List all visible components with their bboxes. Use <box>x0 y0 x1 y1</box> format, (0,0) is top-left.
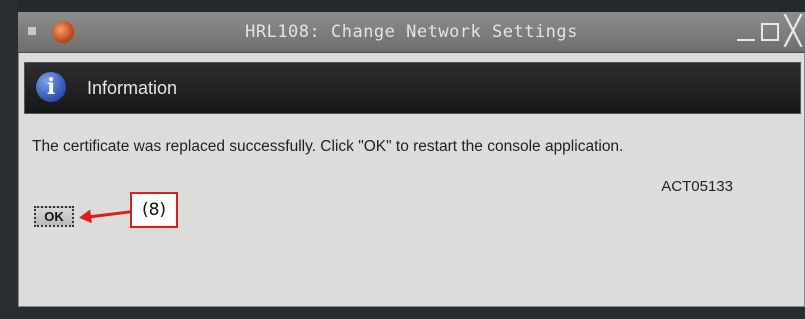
monitor-bottom-edge <box>18 307 805 319</box>
maximize-icon[interactable] <box>758 20 782 44</box>
information-title: Information <box>87 78 178 98</box>
annotation-arrow-head <box>78 209 92 225</box>
message-code: ACT05133 <box>661 178 733 195</box>
monitor-bezel <box>0 0 18 319</box>
window-title: HRL108: Change Network Settings <box>245 22 578 42</box>
dialog-window: HRL108: Change Network Settings ╳ i Info… <box>18 12 805 307</box>
ok-button[interactable]: OK <box>34 206 74 227</box>
minimize-icon[interactable] <box>734 20 758 44</box>
message-text: The certificate was replaced successfull… <box>32 138 624 155</box>
info-icon: i <box>36 72 66 102</box>
information-header: i Information <box>24 62 801 114</box>
close-icon[interactable]: ╳ <box>782 17 804 45</box>
annotation-callout: (8) <box>130 192 178 228</box>
title-bar[interactable]: HRL108: Change Network Settings ╳ <box>18 12 805 53</box>
